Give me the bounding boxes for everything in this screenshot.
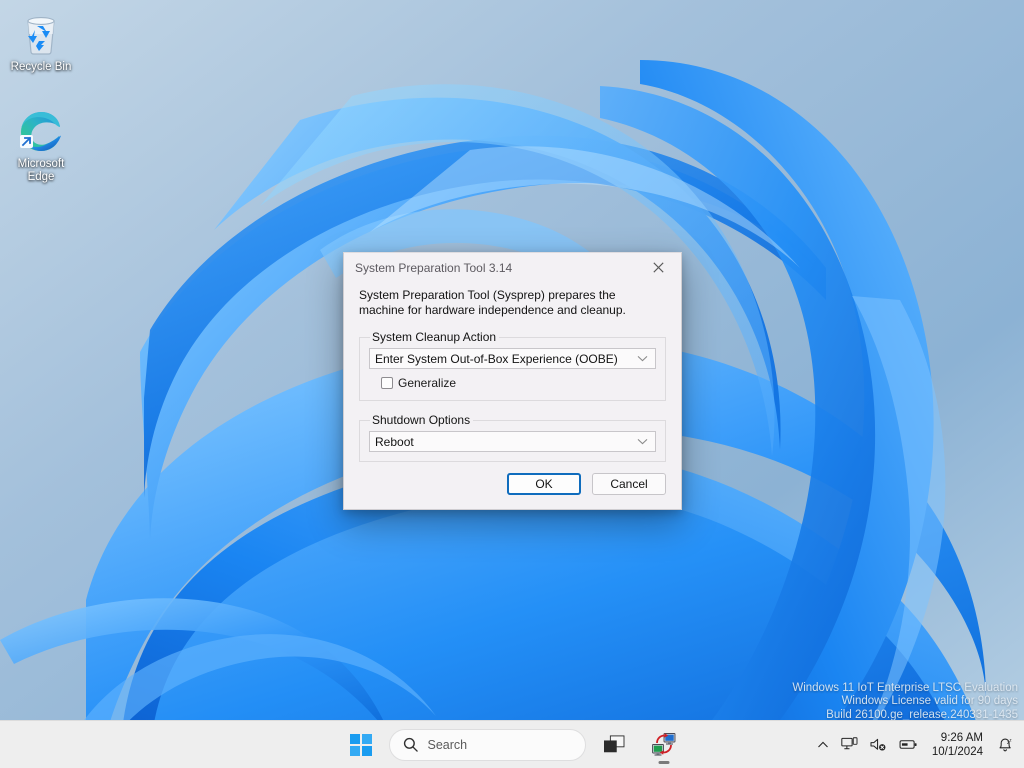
system-cleanup-action-legend: System Cleanup Action xyxy=(370,330,499,344)
search-box[interactable]: Search xyxy=(389,729,586,761)
show-hidden-icons-button[interactable] xyxy=(811,728,835,762)
chevron-down-icon xyxy=(637,432,648,451)
bell-do-not-disturb-icon: z z xyxy=(997,737,1014,753)
shutdown-options-value: Reboot xyxy=(375,435,414,449)
system-cleanup-action-group: System Cleanup Action Enter System Out-o… xyxy=(359,330,666,401)
shutdown-options-dropdown[interactable]: Reboot xyxy=(369,431,656,452)
dialog-button-row: OK Cancel xyxy=(507,473,666,495)
microsoft-edge-icon xyxy=(17,105,65,155)
desktop-icon-label-line1: Microsoft xyxy=(2,158,80,171)
dialog-description: System Preparation Tool (Sysprep) prepar… xyxy=(359,288,659,317)
network-button[interactable] xyxy=(835,728,864,762)
svg-text:z: z xyxy=(1009,737,1011,742)
chevron-up-icon xyxy=(817,739,829,751)
desktop-icon-microsoft-edge[interactable]: Microsoft Edge xyxy=(2,105,80,184)
dialog-titlebar[interactable]: System Preparation Tool 3.14 xyxy=(344,253,681,282)
evaluation-watermark: Windows 11 IoT Enterprise LTSC Evaluatio… xyxy=(792,682,1018,723)
cancel-button[interactable]: Cancel xyxy=(592,473,666,495)
generalize-checkbox-label: Generalize xyxy=(398,376,456,390)
watermark-line-1: Windows 11 IoT Enterprise LTSC Evaluatio… xyxy=(792,682,1018,696)
volume-button[interactable] xyxy=(864,728,893,762)
desktop[interactable]: Recycle Bin Microsoft Edge System Prepar… xyxy=(0,0,1024,768)
start-button[interactable] xyxy=(339,725,383,765)
desktop-icon-recycle-bin[interactable]: Recycle Bin xyxy=(2,8,80,74)
windows-start-icon xyxy=(350,734,372,756)
task-view-button[interactable] xyxy=(592,725,636,765)
close-icon[interactable] xyxy=(636,253,681,282)
system-cleanup-action-dropdown[interactable]: Enter System Out-of-Box Experience (OOBE… xyxy=(369,348,656,369)
system-cleanup-action-value: Enter System Out-of-Box Experience (OOBE… xyxy=(375,352,618,366)
dialog-body: System Preparation Tool (Sysprep) prepar… xyxy=(344,282,681,462)
notifications-button[interactable]: z z xyxy=(991,728,1020,762)
clock-date: 10/1/2024 xyxy=(932,745,983,759)
generalize-checkbox[interactable] xyxy=(381,377,393,389)
clock[interactable]: 9:26 AM 10/1/2024 xyxy=(924,728,991,762)
dialog-title: System Preparation Tool 3.14 xyxy=(355,261,636,275)
battery-button[interactable] xyxy=(893,728,924,762)
sysprep-icon xyxy=(651,732,677,758)
desktop-icon-label-line2: Edge xyxy=(2,171,80,184)
shutdown-options-group: Shutdown Options Reboot xyxy=(359,413,666,462)
taskbar-app-sysprep[interactable] xyxy=(642,725,686,765)
chevron-down-icon xyxy=(637,349,648,368)
desktop-icon-label: Recycle Bin xyxy=(2,61,80,74)
recycle-bin-icon xyxy=(17,8,65,58)
speaker-muted-icon xyxy=(870,737,887,752)
system-preparation-tool-dialog[interactable]: System Preparation Tool 3.14 System Prep… xyxy=(343,252,682,510)
search-icon xyxy=(403,737,418,752)
battery-icon xyxy=(899,737,918,752)
search-placeholder: Search xyxy=(428,738,468,752)
watermark-line-2: Windows License valid for 90 days xyxy=(792,695,1018,709)
clock-time: 9:26 AM xyxy=(932,731,983,745)
ok-button[interactable]: OK xyxy=(507,473,581,495)
network-icon xyxy=(841,737,858,752)
system-tray: 9:26 AM 10/1/2024 z z xyxy=(811,721,1020,768)
app-running-indicator xyxy=(658,761,669,764)
taskbar[interactable]: Search xyxy=(0,720,1024,768)
shutdown-options-legend: Shutdown Options xyxy=(370,413,473,427)
task-view-icon xyxy=(603,735,625,755)
close-x-glyph xyxy=(653,262,664,273)
generalize-checkbox-row[interactable]: Generalize xyxy=(381,376,656,390)
